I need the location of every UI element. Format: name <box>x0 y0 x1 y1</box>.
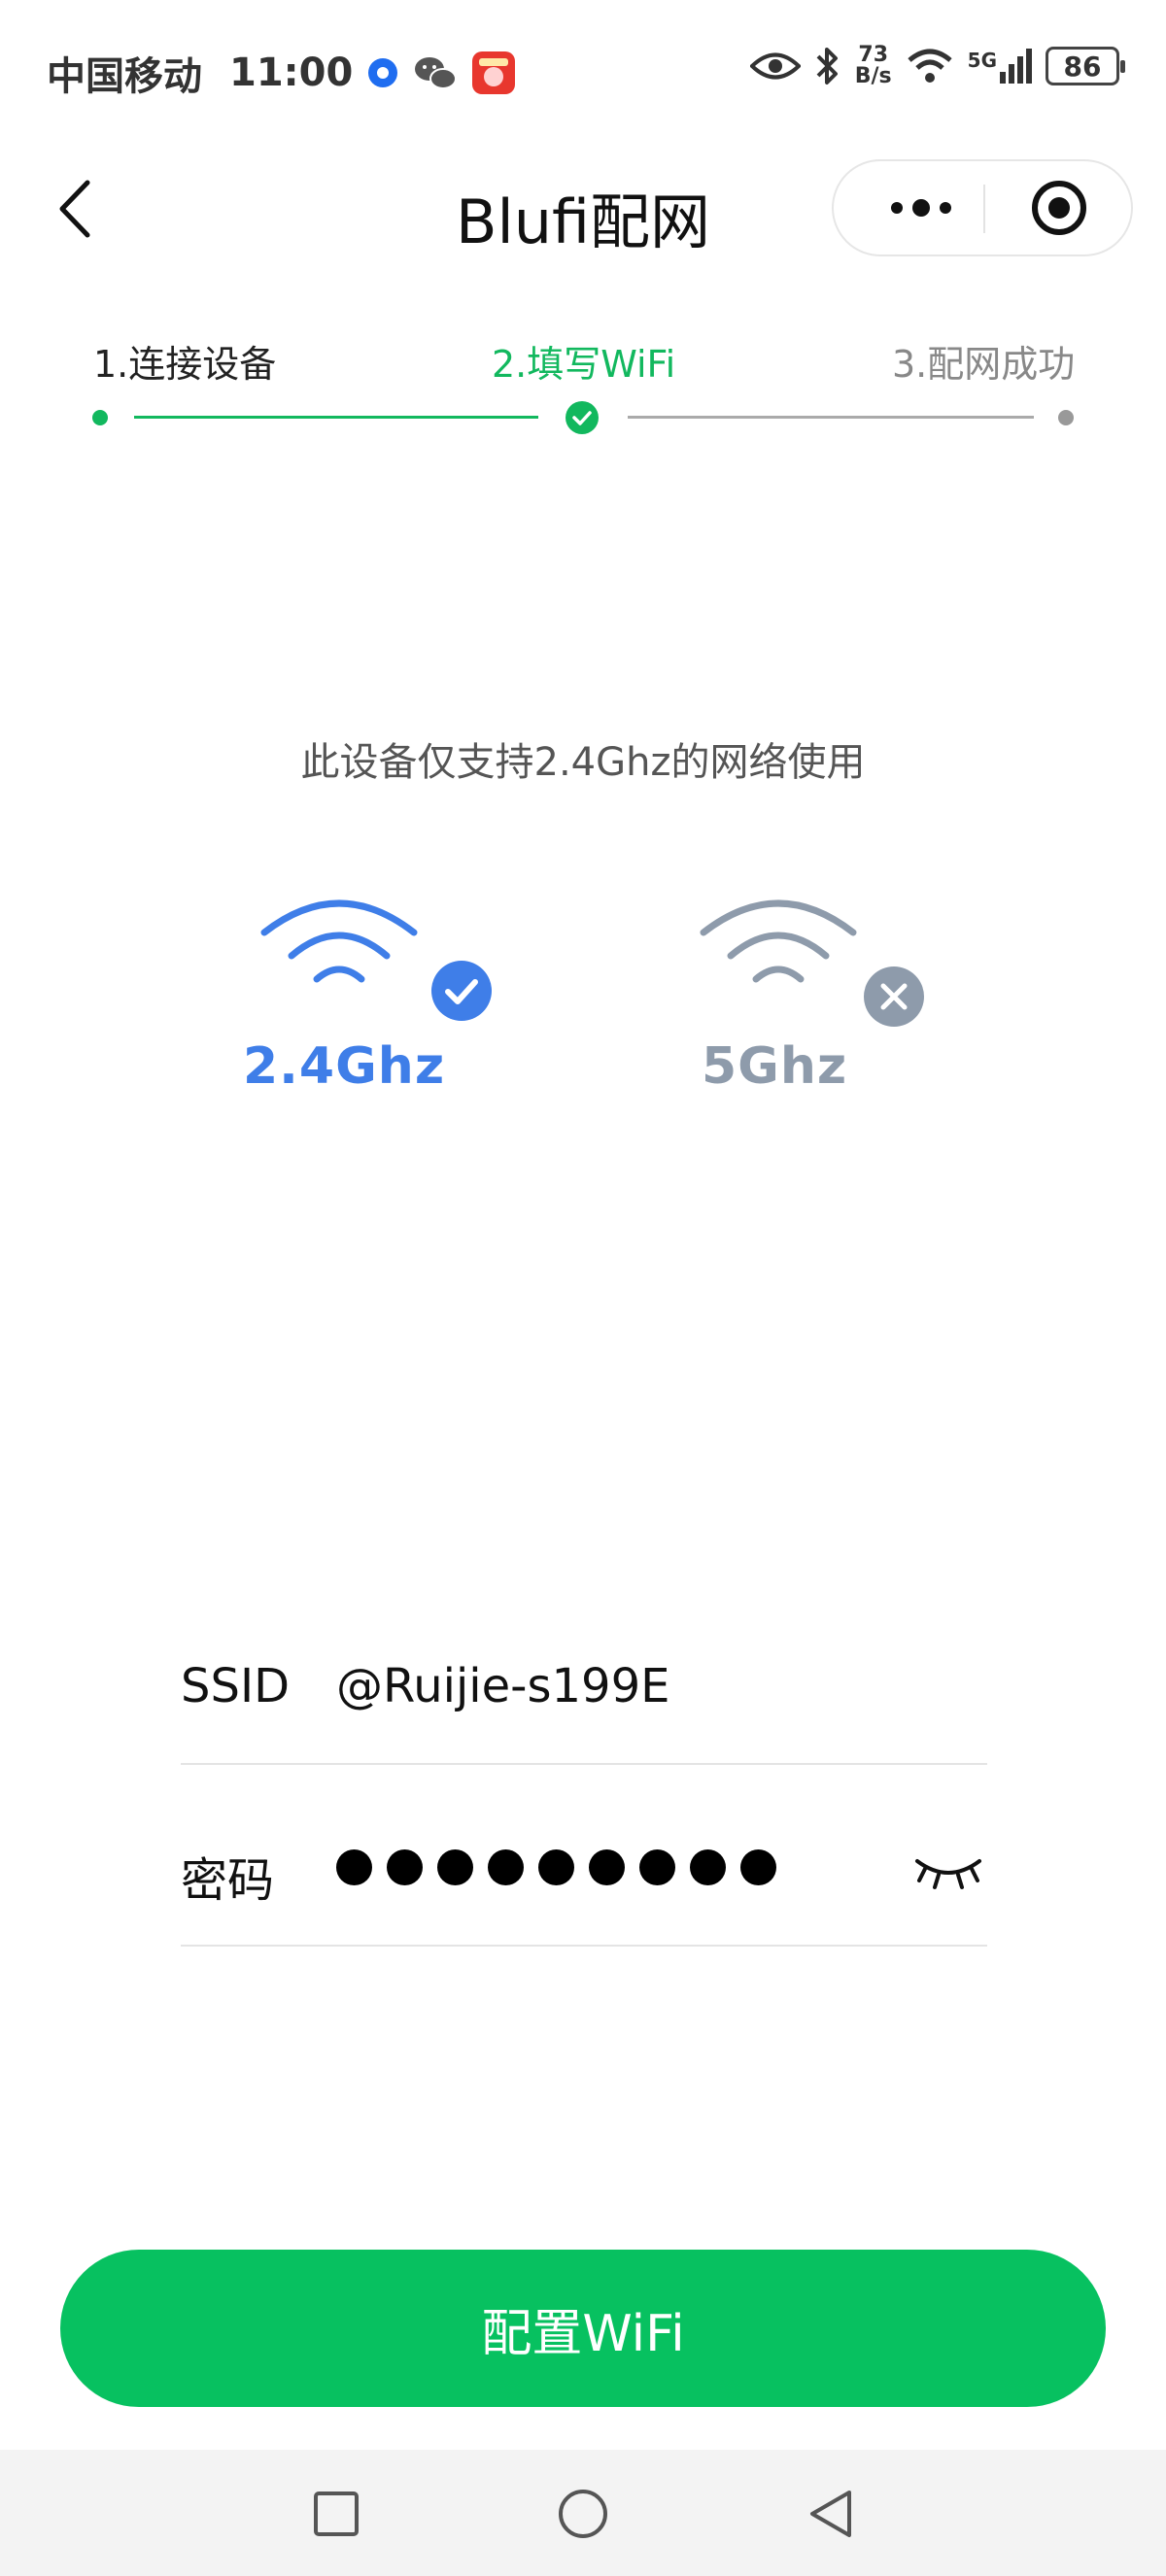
status-bar: 中国移动 11:00 73 B/s 5G 86 <box>0 0 1166 146</box>
wifi-2-4ghz-icon <box>260 899 418 983</box>
wifi-status-icon <box>908 49 952 83</box>
wechat-icon <box>415 57 458 89</box>
recent-apps-button[interactable] <box>313 2491 360 2537</box>
band-support-notice: 此设备仅支持2.4Ghz的网络使用 <box>300 740 866 785</box>
system-nav-bar <box>0 2450 1166 2576</box>
status-left: 中国移动 11:00 <box>47 45 516 101</box>
password-divider <box>181 1945 987 1947</box>
ssid-divider <box>181 1763 987 1765</box>
ssid-label: SSID <box>181 1659 291 1713</box>
more-button[interactable] <box>863 161 979 254</box>
location-app-icon <box>368 58 398 87</box>
toggle-password-visibility[interactable] <box>911 1847 985 1892</box>
app-notification-icon <box>472 51 516 94</box>
step-2-check-icon <box>566 401 599 434</box>
ssid-input[interactable]: @Ruijie-s199E <box>336 1659 919 1713</box>
mini-program-capsule <box>832 159 1133 256</box>
status-right: 73 B/s 5G 86 <box>749 43 1125 88</box>
carrier-name: 中国移动 <box>47 54 202 99</box>
step-3-label: 3.配网成功 <box>892 343 1076 386</box>
band-5ghz: 5Ghz <box>684 894 956 1107</box>
password-input[interactable] <box>336 1849 776 1885</box>
target-circle-icon <box>1032 181 1086 235</box>
more-dots-icon <box>891 199 951 217</box>
eye-closed-icon <box>915 1859 981 1889</box>
clock: 11:00 <box>229 51 354 95</box>
step-progress-line-pending <box>628 416 1034 419</box>
band-2-4ghz: 2.4Ghz <box>233 894 505 1107</box>
configure-wifi-button[interactable]: 配置WiFi <box>60 2250 1106 2407</box>
band-2-4ghz-label: 2.4Ghz <box>243 1037 446 1096</box>
step-progress-line-done <box>134 416 538 419</box>
step-1-dot <box>92 410 108 425</box>
battery-indicator: 86 <box>1046 47 1125 85</box>
network-speed: 73 B/s <box>854 43 892 88</box>
home-button[interactable] <box>558 2489 608 2539</box>
step-3-dot <box>1058 410 1074 425</box>
eye-icon <box>749 52 801 80</box>
bluetooth-icon <box>816 48 838 85</box>
system-back-button[interactable] <box>806 2489 855 2539</box>
close-miniprogram-button[interactable] <box>987 161 1131 254</box>
step-2-label: 2.填写WiFi <box>492 343 676 386</box>
capsule-divider <box>983 185 985 233</box>
band-5ghz-label: 5Ghz <box>702 1037 848 1096</box>
wifi-5ghz-icon <box>700 899 857 983</box>
unsupported-x-icon <box>864 966 924 1027</box>
cellular-signal-icon: 5G <box>968 49 1032 84</box>
password-label: 密码 <box>181 1853 275 1908</box>
supported-check-icon <box>431 961 492 1021</box>
step-1-label: 1.连接设备 <box>93 343 277 386</box>
